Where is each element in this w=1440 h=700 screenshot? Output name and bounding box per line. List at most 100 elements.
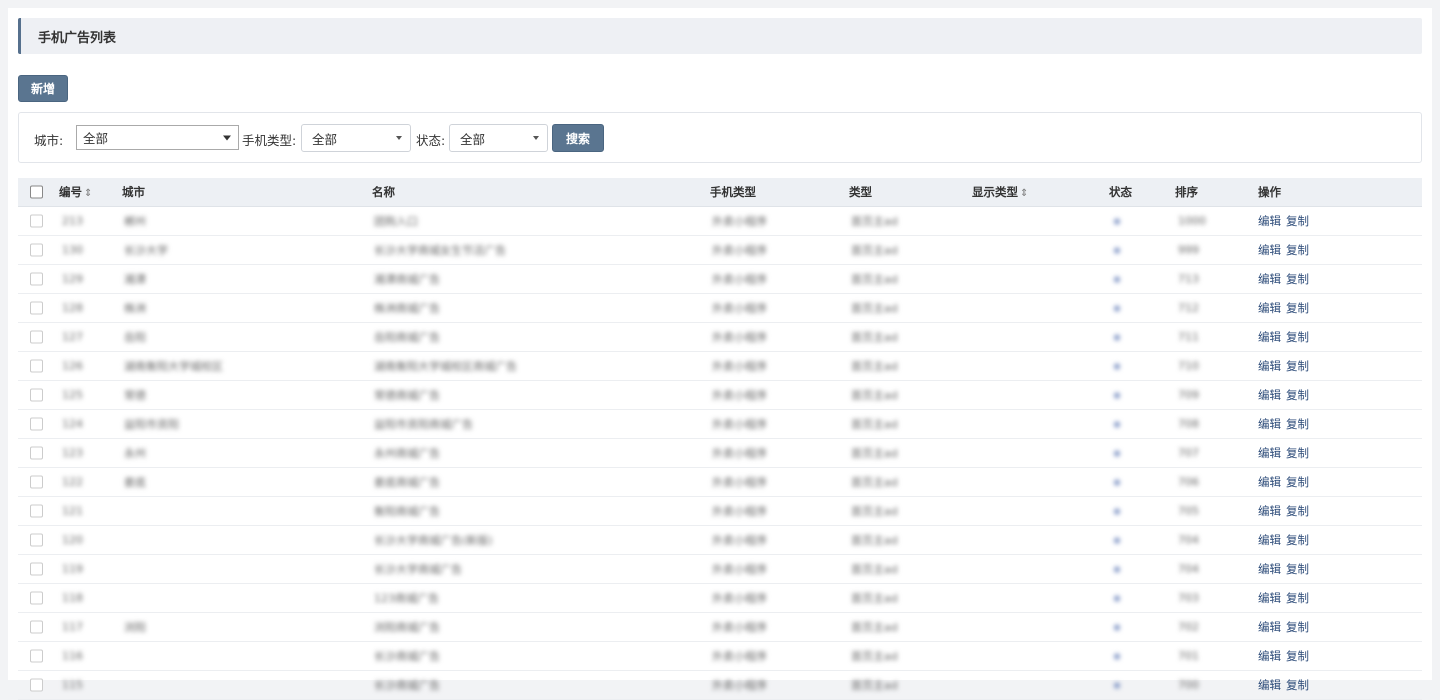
cell-city: 常德: [124, 387, 146, 403]
edit-link[interactable]: 编辑: [1258, 562, 1281, 576]
search-button[interactable]: 搜索: [552, 124, 604, 152]
phone-type-select[interactable]: 全部: [301, 124, 411, 152]
edit-link[interactable]: 编辑: [1258, 243, 1281, 257]
add-button[interactable]: 新增: [18, 75, 68, 102]
content-panel: 手机广告列表 新增 城市: 全部 手机类型: 全部 状态: 全部 搜索 编号⇕ …: [8, 8, 1432, 680]
cell-city: 益阳市资阳: [124, 416, 179, 432]
status-dot-icon: [1114, 480, 1120, 486]
cell-status: [1114, 505, 1120, 518]
cell-sort: 707: [1178, 447, 1199, 460]
copy-link[interactable]: 复制: [1286, 446, 1309, 460]
copy-link[interactable]: 复制: [1286, 417, 1309, 431]
cell-city: 娄底: [124, 474, 146, 490]
edit-link[interactable]: 编辑: [1258, 533, 1281, 547]
add-button-label: 新增: [31, 80, 55, 97]
copy-link[interactable]: 复制: [1286, 388, 1309, 402]
copy-link[interactable]: 复制: [1286, 504, 1309, 518]
edit-link[interactable]: 编辑: [1258, 359, 1281, 373]
city-select[interactable]: 全部: [76, 125, 239, 150]
cell-sort: 700: [1178, 679, 1199, 692]
select-all-checkbox[interactable]: [30, 186, 43, 199]
row-checkbox[interactable]: [30, 534, 43, 547]
cell-id: 130: [62, 244, 83, 257]
copy-link[interactable]: 复制: [1286, 562, 1309, 576]
edit-link[interactable]: 编辑: [1258, 649, 1281, 663]
copy-link[interactable]: 复制: [1286, 475, 1309, 489]
row-checkbox[interactable]: [30, 244, 43, 257]
cell-id: 213: [62, 215, 83, 228]
copy-link[interactable]: 复制: [1286, 591, 1309, 605]
table-row: 130长沙大学长沙大学商城女生节活广告外卖小程序首页主ad999编辑复制: [18, 236, 1422, 265]
row-checkbox[interactable]: [30, 592, 43, 605]
cell-type: 首页主ad: [851, 271, 898, 287]
edit-link[interactable]: 编辑: [1258, 678, 1281, 692]
cell-actions: 编辑复制: [1258, 590, 1314, 606]
column-header-id[interactable]: 编号⇕: [59, 184, 92, 200]
cell-id: 127: [62, 331, 83, 344]
cell-phone-type: 外卖小程序: [712, 387, 767, 403]
cell-type: 首页主ad: [851, 300, 898, 316]
cell-phone-type: 外卖小程序: [712, 619, 767, 635]
row-checkbox[interactable]: [30, 302, 43, 315]
edit-link[interactable]: 编辑: [1258, 214, 1281, 228]
copy-link[interactable]: 复制: [1286, 620, 1309, 634]
cell-phone-type: 外卖小程序: [712, 213, 767, 229]
edit-link[interactable]: 编辑: [1258, 591, 1281, 605]
cell-sort: 1000: [1178, 215, 1206, 228]
cell-city: 浏阳: [124, 619, 146, 635]
row-checkbox[interactable]: [30, 679, 43, 692]
table-row: 121衡阳商城广告外卖小程序首页主ad705编辑复制: [18, 497, 1422, 526]
cell-sort: 708: [1178, 418, 1199, 431]
copy-link[interactable]: 复制: [1286, 272, 1309, 286]
row-checkbox[interactable]: [30, 650, 43, 663]
copy-link[interactable]: 复制: [1286, 243, 1309, 257]
edit-link[interactable]: 编辑: [1258, 504, 1281, 518]
row-checkbox[interactable]: [30, 418, 43, 431]
copy-link[interactable]: 复制: [1286, 359, 1309, 373]
edit-link[interactable]: 编辑: [1258, 330, 1281, 344]
copy-link[interactable]: 复制: [1286, 301, 1309, 315]
cell-status: [1114, 389, 1120, 402]
edit-link[interactable]: 编辑: [1258, 446, 1281, 460]
cell-actions: 编辑复制: [1258, 242, 1314, 258]
cell-id: 116: [62, 650, 83, 663]
table-row: 126湖南衡阳大学城校区湖南衡阳大学城校区商城广告外卖小程序首页主ad710编辑…: [18, 352, 1422, 381]
row-checkbox[interactable]: [30, 215, 43, 228]
row-checkbox[interactable]: [30, 505, 43, 518]
row-checkbox[interactable]: [30, 273, 43, 286]
edit-link[interactable]: 编辑: [1258, 301, 1281, 315]
row-checkbox[interactable]: [30, 563, 43, 576]
copy-link[interactable]: 复制: [1286, 533, 1309, 547]
cell-actions: 编辑复制: [1258, 445, 1314, 461]
cell-id: 126: [62, 360, 83, 373]
status-dot-icon: [1114, 509, 1120, 515]
edit-link[interactable]: 编辑: [1258, 620, 1281, 634]
edit-link[interactable]: 编辑: [1258, 388, 1281, 402]
row-checkbox[interactable]: [30, 360, 43, 373]
city-filter-label: 城市:: [34, 130, 63, 149]
copy-link[interactable]: 复制: [1286, 330, 1309, 344]
cell-city: 株洲: [124, 300, 146, 316]
table-row: 116长沙商城广告外卖小程序首页主ad701编辑复制: [18, 642, 1422, 671]
column-header-display-type[interactable]: 显示类型⇕: [972, 184, 1028, 200]
edit-link[interactable]: 编辑: [1258, 417, 1281, 431]
edit-link[interactable]: 编辑: [1258, 272, 1281, 286]
column-header-city: 城市: [122, 184, 145, 200]
edit-link[interactable]: 编辑: [1258, 475, 1281, 489]
page-title: 手机广告列表: [18, 18, 1422, 54]
copy-link[interactable]: 复制: [1286, 649, 1309, 663]
status-dot-icon: [1114, 654, 1120, 660]
row-checkbox[interactable]: [30, 389, 43, 402]
cell-type: 首页主ad: [851, 445, 898, 461]
status-select[interactable]: 全部: [449, 124, 548, 152]
copy-link[interactable]: 复制: [1286, 678, 1309, 692]
cell-status: [1114, 476, 1120, 489]
row-checkbox[interactable]: [30, 447, 43, 460]
row-checkbox[interactable]: [30, 621, 43, 634]
copy-link[interactable]: 复制: [1286, 214, 1309, 228]
table-row: 125常德常德商城广告外卖小程序首页主ad709编辑复制: [18, 381, 1422, 410]
row-checkbox[interactable]: [30, 476, 43, 489]
row-checkbox[interactable]: [30, 331, 43, 344]
cell-phone-type: 外卖小程序: [712, 358, 767, 374]
cell-name: 团购入口: [374, 213, 418, 229]
